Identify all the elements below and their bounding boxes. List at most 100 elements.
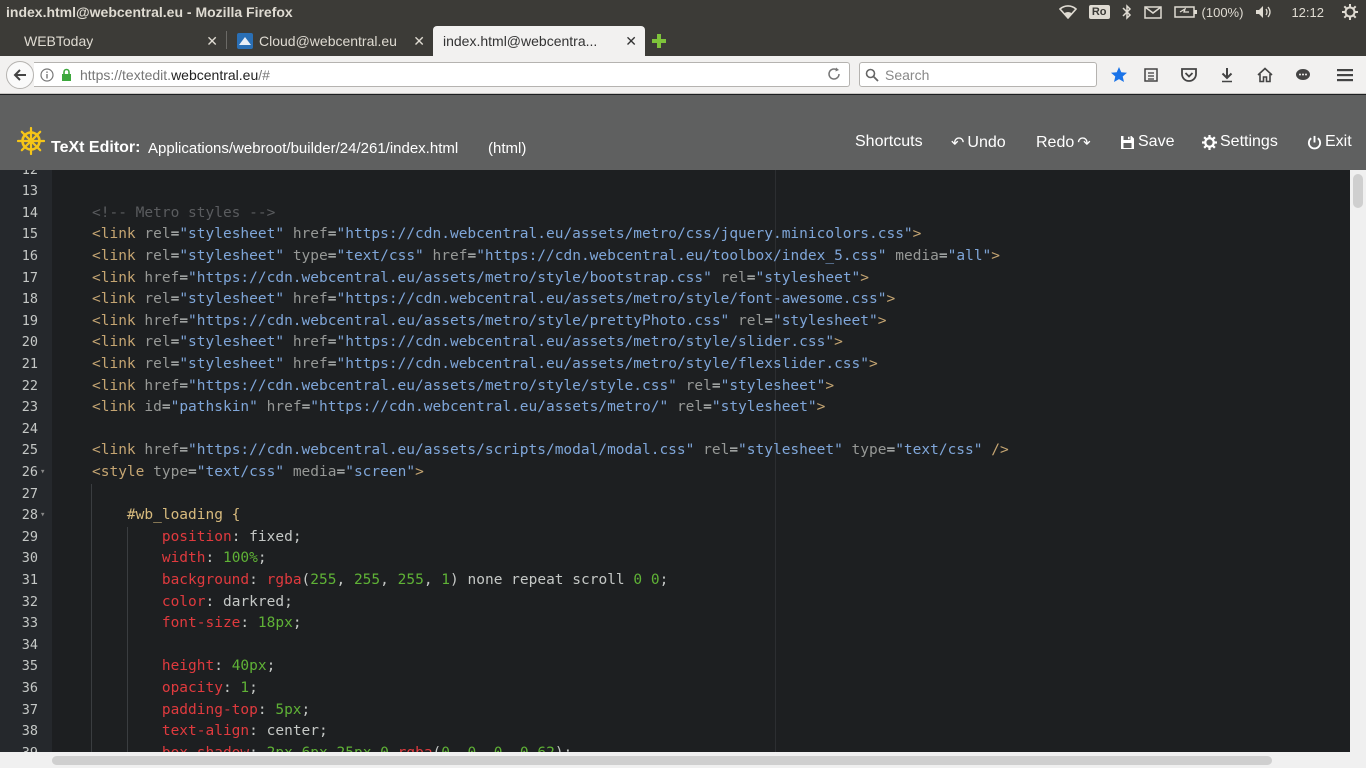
- line-number: 35: [21, 658, 38, 675]
- bluetooth-icon[interactable]: [1122, 4, 1132, 20]
- system-gear-icon[interactable]: [1342, 4, 1358, 20]
- clock[interactable]: 12:12: [1291, 5, 1324, 20]
- url-text[interactable]: https://textedit.webcentral.eu/#: [80, 67, 270, 83]
- line-number: 23: [21, 399, 38, 416]
- code-line[interactable]: 13: [0, 181, 1350, 203]
- code-line[interactable]: 18 <link rel="stylesheet" href="https://c…: [0, 289, 1350, 311]
- mail-icon[interactable]: [1143, 5, 1162, 19]
- tab-cloud[interactable]: Cloud@webcentral.eu ✕: [227, 26, 433, 56]
- code-line[interactable]: 32 color: darkred;: [0, 592, 1350, 614]
- code-text: <link rel="stylesheet" type="text/css" h…: [92, 247, 1001, 264]
- tab-label: index.html@webcentra...: [443, 33, 598, 49]
- code-text: position: fixed;: [161, 528, 302, 545]
- code-text: <link id="pathskin" href="https://cdn.we…: [92, 399, 826, 416]
- home-icon[interactable]: [1246, 62, 1284, 87]
- navigation-toolbar: https://textedit.webcentral.eu/# Search: [0, 56, 1366, 94]
- download-icon[interactable]: [1208, 62, 1246, 87]
- power-icon: [1307, 135, 1322, 150]
- battery-icon[interactable]: [1173, 6, 1198, 18]
- line-number: 31: [21, 571, 38, 588]
- redo-button[interactable]: Redo ↷: [1036, 133, 1091, 153]
- hamburger-menu-icon[interactable]: [1326, 62, 1364, 87]
- code-line[interactable]: 37 padding-top: 5px;: [0, 700, 1350, 722]
- settings-button[interactable]: Settings: [1202, 133, 1278, 151]
- close-icon[interactable]: ✕: [206, 33, 218, 50]
- code-text: <link href="https://cdn.webcentral.eu/as…: [92, 269, 870, 286]
- tab-webtoday[interactable]: WEBToday ✕: [0, 26, 226, 56]
- tab-index-html[interactable]: index.html@webcentra... ✕: [433, 26, 645, 56]
- save-button[interactable]: Save: [1120, 133, 1174, 151]
- redo-icon: ↷: [1077, 135, 1091, 152]
- code-line[interactable]: 23 <link id="pathskin" href="https://cdn.…: [0, 397, 1350, 419]
- code-line[interactable]: 14 <!-- Metro styles -->: [0, 203, 1350, 225]
- bookmark-star-icon[interactable]: [1106, 62, 1132, 87]
- pocket-icon[interactable]: [1170, 62, 1208, 87]
- horizontal-scrollbar-thumb[interactable]: [52, 756, 1272, 765]
- code-line[interactable]: 35 height: 40px;: [0, 656, 1350, 678]
- fold-arrow-icon[interactable]: ▾: [40, 462, 45, 484]
- new-tab-button[interactable]: [645, 26, 673, 56]
- code-line[interactable]: 15 <link rel="stylesheet" href="https://c…: [0, 224, 1350, 246]
- undo-label: Undo: [967, 134, 1006, 151]
- code-line[interactable]: 20 <link rel="stylesheet" href="https://c…: [0, 332, 1350, 354]
- chat-icon[interactable]: [1284, 62, 1322, 87]
- code-line[interactable]: 19 <link href="https://cdn.webcentral.eu/…: [0, 311, 1350, 333]
- battery-percentage: (100%): [1201, 4, 1244, 20]
- code-text: <link rel="stylesheet" href="https://cdn…: [92, 334, 843, 351]
- search-bar[interactable]: Search: [859, 62, 1097, 87]
- code-line[interactable]: 26 ▾ <style type="text/css" media="screen"…: [0, 462, 1350, 484]
- code-line[interactable]: 22 <link href="https://cdn.webcentral.eu/…: [0, 376, 1350, 398]
- line-number: 34: [21, 636, 38, 653]
- code-editor[interactable]: 12 13 14 <!-- Metro styles --> 15 <link rel="…: [0, 170, 1366, 768]
- reading-list-icon[interactable]: [1132, 62, 1170, 87]
- code-text: width: 100%;: [161, 550, 267, 567]
- ships-wheel-logo-icon: [16, 126, 46, 160]
- fold-arrow-icon[interactable]: ▾: [40, 505, 45, 527]
- code-line[interactable]: 24: [0, 419, 1350, 441]
- code-text: font-size: 18px;: [161, 615, 302, 632]
- code-line[interactable]: 31 background: rgba(255, 255, 255, 1) no…: [0, 570, 1350, 592]
- horizontal-scrollbar[interactable]: [0, 752, 1350, 768]
- code-text: <!-- Metro styles -->: [92, 204, 276, 221]
- code-line[interactable]: 34: [0, 635, 1350, 657]
- settings-label: Settings: [1220, 133, 1278, 150]
- code-line[interactable]: 21 <link rel="stylesheet" href="https://c…: [0, 354, 1350, 376]
- lock-icon[interactable]: [61, 68, 72, 81]
- code-text: <link rel="stylesheet" href="https://cdn…: [92, 226, 922, 243]
- code-line[interactable]: 25 <link href="https://cdn.webcentral.eu/…: [0, 440, 1350, 462]
- line-number: 16: [21, 247, 38, 264]
- info-icon[interactable]: [40, 67, 54, 82]
- reload-icon[interactable]: [827, 67, 841, 84]
- shortcuts-button[interactable]: Shortcuts: [855, 133, 923, 151]
- indent-guide: [91, 483, 92, 765]
- code-line[interactable]: 36 opacity: 1;: [0, 678, 1350, 700]
- back-button[interactable]: [6, 60, 34, 89]
- code-line[interactable]: 16 <link rel="stylesheet" type="text/css"…: [0, 246, 1350, 268]
- line-number: 17: [21, 269, 38, 286]
- code-line[interactable]: 27: [0, 484, 1350, 506]
- undo-button[interactable]: ↶ Undo: [951, 133, 1006, 153]
- os-top-panel: index.html@webcentral.eu - Mozilla Firef…: [0, 0, 1366, 24]
- volume-icon[interactable]: [1255, 5, 1273, 19]
- close-icon[interactable]: ✕: [625, 33, 637, 50]
- wifi-icon[interactable]: [1058, 5, 1077, 19]
- url-bar[interactable]: https://textedit.webcentral.eu/#: [34, 62, 850, 87]
- vertical-scrollbar[interactable]: [1350, 170, 1366, 768]
- close-icon[interactable]: ✕: [413, 33, 425, 50]
- code-line[interactable]: 29 position: fixed;: [0, 527, 1350, 549]
- code-text: <link href="https://cdn.webcentral.eu/as…: [92, 312, 887, 329]
- code-line[interactable]: 33 font-size: 18px;: [0, 613, 1350, 635]
- code-line[interactable]: 30 width: 100%;: [0, 548, 1350, 570]
- shortcuts-label: Shortcuts: [855, 133, 923, 150]
- code-line[interactable]: 17 <link href="https://cdn.webcentral.eu/…: [0, 268, 1350, 290]
- search-icon: [865, 68, 879, 82]
- code-line[interactable]: 12: [0, 170, 1350, 181]
- keyboard-layout-indicator[interactable]: Ro: [1088, 5, 1110, 19]
- tab-label: WEBToday: [24, 33, 94, 49]
- line-number: 27: [21, 485, 38, 502]
- line-number: 36: [21, 679, 38, 696]
- code-line[interactable]: 38 text-align: center;: [0, 721, 1350, 743]
- vertical-scrollbar-thumb[interactable]: [1353, 174, 1363, 208]
- code-line[interactable]: 28 ▾ #wb_loading {: [0, 505, 1350, 527]
- exit-button[interactable]: Exit: [1307, 133, 1352, 151]
